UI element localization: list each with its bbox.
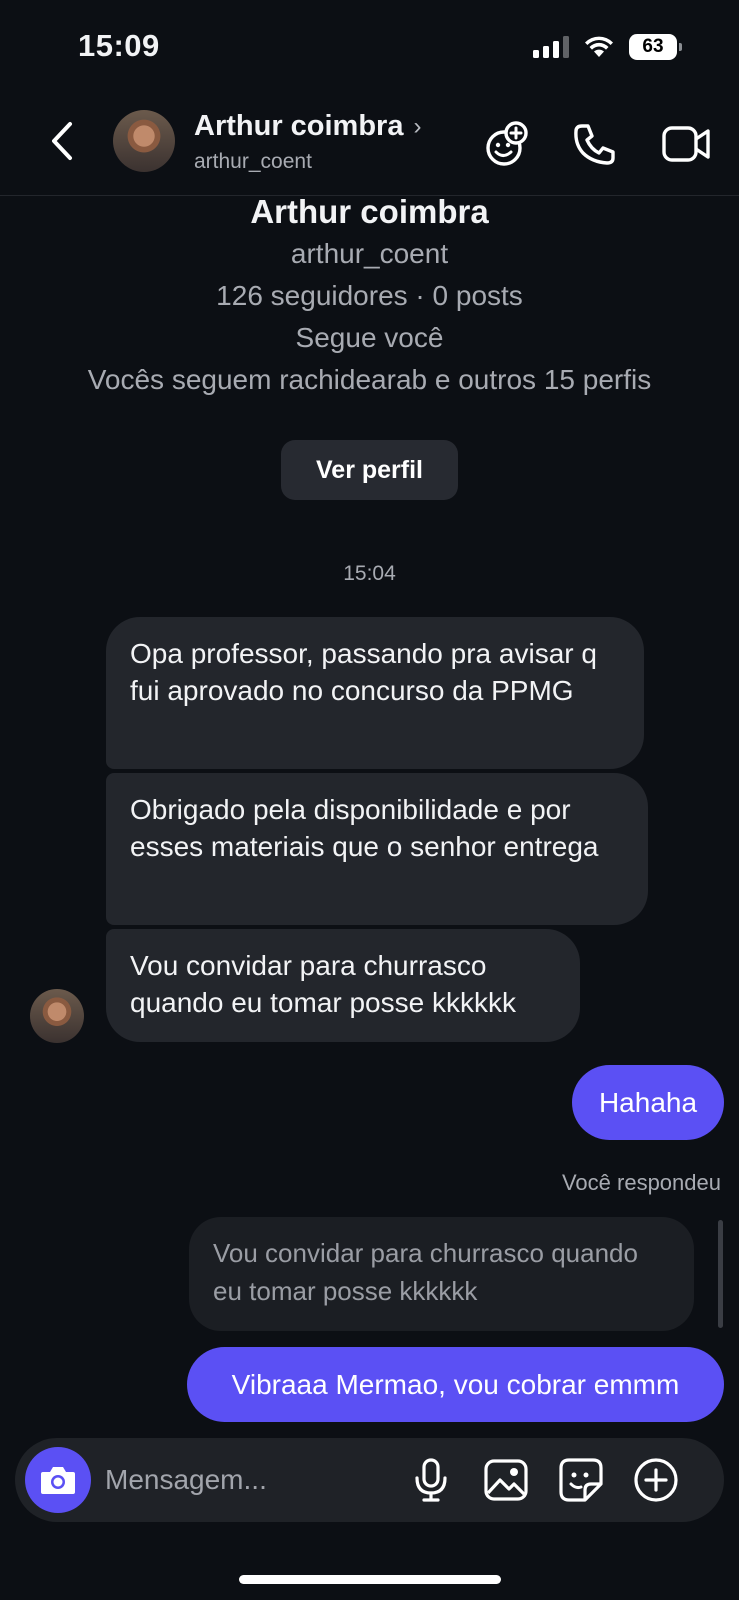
battery-icon: 63: [629, 34, 682, 60]
chevron-right-icon: ›: [413, 112, 422, 140]
gallery-icon[interactable]: [482, 1456, 530, 1504]
add-people-icon[interactable]: [480, 118, 532, 170]
contact-username: arthur_coent: [194, 150, 312, 173]
message-input[interactable]: [105, 1456, 395, 1504]
contact-name-text: Arthur coimbra: [194, 110, 404, 142]
chat-header: Arthur coimbra › arthur_coent: [0, 96, 739, 196]
replied-label: Você respondeu: [561, 1170, 721, 1195]
message-bubble-outgoing[interactable]: Hahaha: [572, 1065, 724, 1140]
intro-mutuals: Vocês seguem rachidearab e outros 15 per…: [87, 364, 652, 395]
message-bubble-incoming[interactable]: Obrigado pela disponibilidade e por esse…: [106, 773, 648, 925]
message-bubble-incoming[interactable]: Opa professor, passando pra avisar q fui…: [106, 617, 644, 769]
message-bubble-incoming[interactable]: Vou convidar para churrasco quando eu to…: [106, 929, 580, 1042]
intro-username: arthur_coent: [290, 238, 449, 269]
plus-circle-icon[interactable]: [632, 1456, 680, 1504]
intro-follows-you: Segue você: [295, 322, 444, 353]
home-indicator[interactable]: [239, 1575, 501, 1584]
status-time: 15:09: [78, 28, 160, 63]
intro-stats: 126 seguidores · 0 posts: [216, 280, 523, 311]
profile-intro: Arthur coimbra arthur_coent 126 seguidor…: [0, 188, 739, 396]
camera-icon: [41, 1467, 75, 1494]
message-composer: [15, 1438, 724, 1522]
cellular-signal-icon: [533, 36, 569, 58]
contact-avatar[interactable]: [113, 110, 175, 172]
camera-button[interactable]: [25, 1447, 91, 1513]
sticker-icon[interactable]: [557, 1456, 605, 1504]
status-icons: 63: [533, 34, 682, 60]
status-bar: 15:09 63: [0, 0, 739, 96]
scrollbar[interactable]: [718, 1220, 723, 1328]
reply-quote[interactable]: Vou convidar para churrasco quando eu to…: [189, 1217, 694, 1331]
wifi-icon: [585, 36, 613, 57]
message-bubble-outgoing[interactable]: Vibraaa Mermao, vou cobrar emmm: [187, 1347, 724, 1422]
battery-level: 63: [642, 36, 664, 57]
view-profile-button[interactable]: Ver perfil: [281, 440, 458, 500]
phone-call-icon[interactable]: [568, 118, 620, 170]
back-chevron-icon[interactable]: [44, 118, 80, 164]
message-timestamp: 15:04: [343, 562, 396, 585]
video-call-icon[interactable]: [660, 118, 712, 170]
sender-avatar[interactable]: [30, 989, 84, 1043]
microphone-icon[interactable]: [407, 1456, 455, 1504]
contact-name[interactable]: Arthur coimbra ›: [194, 110, 421, 143]
